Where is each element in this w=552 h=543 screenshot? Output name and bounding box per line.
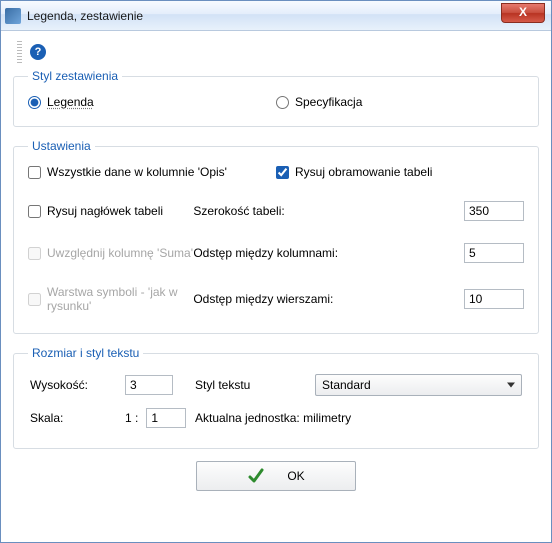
col-spacing-input[interactable]: [464, 243, 524, 263]
height-label: Wysokość:: [30, 378, 125, 392]
row-spacing-input[interactable]: [464, 289, 524, 309]
check-draw-header[interactable]: Rysuj nagłówek tabeli: [28, 204, 163, 218]
scale-input[interactable]: [146, 408, 186, 428]
check-symbol-layer: Warstwa symboli - 'jak w rysunku': [28, 285, 193, 313]
check-include-suma-label: Uwzględnij kolumnę 'Suma': [47, 246, 193, 260]
radio-legenda-input[interactable]: [28, 96, 41, 109]
dialog-content: ? Styl zestawienia Legenda Specyfikacja …: [1, 31, 551, 542]
close-button[interactable]: X: [501, 3, 545, 23]
toolbar-grip: [17, 41, 22, 63]
app-icon: [5, 8, 21, 24]
check-include-suma-input: [28, 247, 41, 260]
table-width-input[interactable]: [464, 201, 524, 221]
close-icon: X: [519, 5, 527, 19]
check-draw-header-input[interactable]: [28, 205, 41, 218]
unit-label: Aktualna jednostka: milimetry: [195, 411, 522, 425]
footer: OK: [13, 461, 539, 491]
check-include-suma: Uwzględnij kolumnę 'Suma': [28, 246, 193, 260]
group-text-legend: Rozmiar i styl tekstu: [28, 346, 143, 360]
check-icon: [247, 467, 265, 485]
text-style-combo[interactable]: Standard: [315, 374, 522, 396]
radio-legenda-label: Legenda: [47, 95, 94, 110]
group-text: Rozmiar i styl tekstu Wysokość: Styl tek…: [13, 346, 539, 449]
help-icon[interactable]: ?: [30, 44, 46, 60]
scale-label: Skala:: [30, 411, 125, 425]
radio-specyfikacja-label: Specyfikacja: [295, 95, 362, 110]
toolbar: ?: [13, 41, 539, 63]
group-style: Styl zestawienia Legenda Specyfikacja: [13, 69, 539, 127]
titlebar: Legenda, zestawienie X: [1, 1, 551, 31]
group-settings-legend: Ustawienia: [28, 139, 95, 153]
check-all-data-opis-label: Wszystkie dane w kolumnie 'Opis': [47, 165, 227, 179]
ok-button-label: OK: [287, 469, 304, 483]
check-draw-border-label: Rysuj obramowanie tabeli: [295, 165, 432, 179]
text-style-label: Styl tekstu: [195, 378, 315, 392]
check-symbol-layer-input: [28, 293, 41, 306]
group-style-legend: Styl zestawienia: [28, 69, 122, 83]
radio-legenda[interactable]: Legenda: [28, 95, 94, 110]
row-spacing-label: Odstęp między wierszami:: [193, 292, 333, 306]
radio-specyfikacja-input[interactable]: [276, 96, 289, 109]
check-all-data-opis-input[interactable]: [28, 166, 41, 179]
check-draw-border-input[interactable]: [276, 166, 289, 179]
table-width-label: Szerokość tabeli:: [193, 204, 284, 218]
window-title: Legenda, zestawienie: [27, 9, 143, 23]
text-style-value: Standard: [322, 378, 371, 392]
group-settings: Ustawienia Wszystkie dane w kolumnie 'Op…: [13, 139, 539, 334]
ok-button[interactable]: OK: [196, 461, 356, 491]
check-draw-border[interactable]: Rysuj obramowanie tabeli: [276, 165, 432, 179]
check-all-data-opis[interactable]: Wszystkie dane w kolumnie 'Opis': [28, 165, 227, 179]
check-draw-header-label: Rysuj nagłówek tabeli: [47, 204, 163, 218]
scale-prefix: 1 :: [125, 411, 138, 425]
col-spacing-label: Odstęp między kolumnami:: [193, 246, 338, 260]
radio-specyfikacja[interactable]: Specyfikacja: [276, 95, 362, 110]
check-symbol-layer-label: Warstwa symboli - 'jak w rysunku': [47, 285, 193, 313]
height-input[interactable]: [125, 375, 173, 395]
